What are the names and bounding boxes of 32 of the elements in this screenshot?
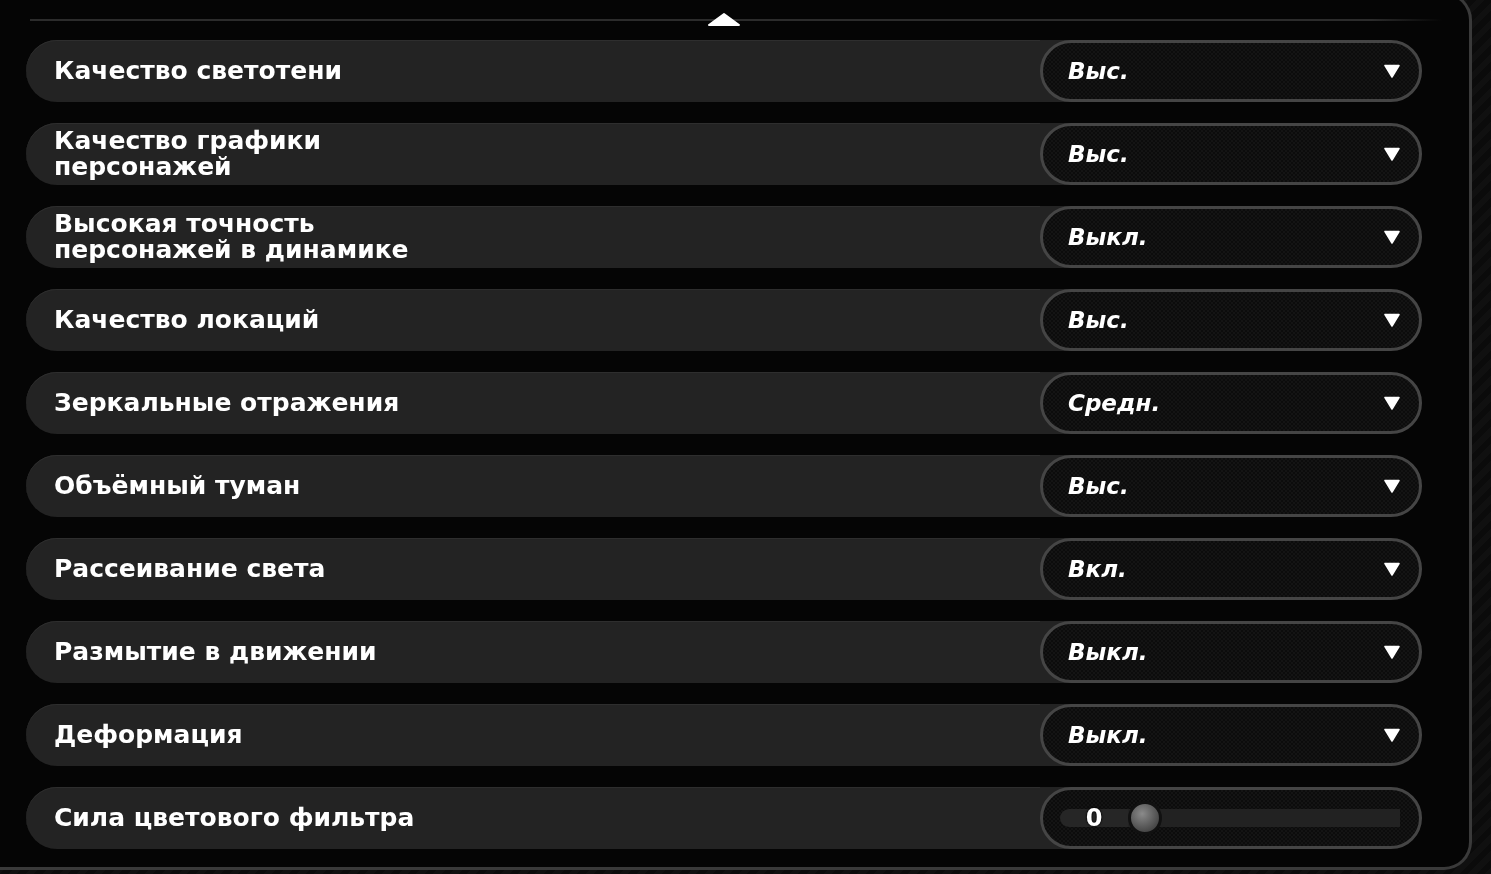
dropdown[interactable]: Выс.	[1040, 123, 1422, 185]
caret-icon	[1384, 562, 1400, 576]
caret-icon	[1384, 230, 1400, 244]
dropdown[interactable]: Выс.	[1040, 455, 1422, 517]
slider-value: 0	[1085, 806, 1103, 830]
caret-icon	[1384, 728, 1400, 742]
setting-label: Качество светотени	[54, 58, 342, 84]
setting-label: Качество графики персонажей	[54, 128, 322, 180]
dropdown[interactable]: Выс.	[1040, 40, 1422, 102]
setting-label: Объёмный туман	[54, 473, 301, 499]
setting-label: Деформация	[54, 722, 243, 748]
caret-icon	[1384, 147, 1400, 161]
dropdown[interactable]: Выкл.	[1040, 206, 1422, 268]
dropdown[interactable]: Вкл.	[1040, 538, 1422, 600]
caret-icon	[1384, 313, 1400, 327]
caret-icon	[1384, 64, 1400, 78]
caret-icon	[1384, 645, 1400, 659]
setting-label: Качество локаций	[54, 307, 320, 333]
scroll-up-button[interactable]	[707, 12, 741, 26]
dropdown[interactable]: Выкл.	[1040, 621, 1422, 683]
setting-label: Рассеивание света	[54, 556, 326, 582]
setting-label: Сила цветового фильтра	[54, 805, 415, 831]
caret-icon	[1384, 479, 1400, 493]
caret-icon	[1384, 396, 1400, 410]
dropdown[interactable]: Средн.	[1040, 372, 1422, 434]
slider-track[interactable]	[1128, 801, 1400, 835]
dropdown[interactable]: Выс.	[1040, 289, 1422, 351]
setting-label: Высокая точность персонажей в динамике	[54, 211, 409, 263]
slider-thumb[interactable]	[1128, 801, 1162, 835]
dropdown[interactable]: Выкл.	[1040, 704, 1422, 766]
setting-label: Размытие в движении	[54, 639, 377, 665]
setting-label: Зеркальные отражения	[54, 390, 400, 416]
